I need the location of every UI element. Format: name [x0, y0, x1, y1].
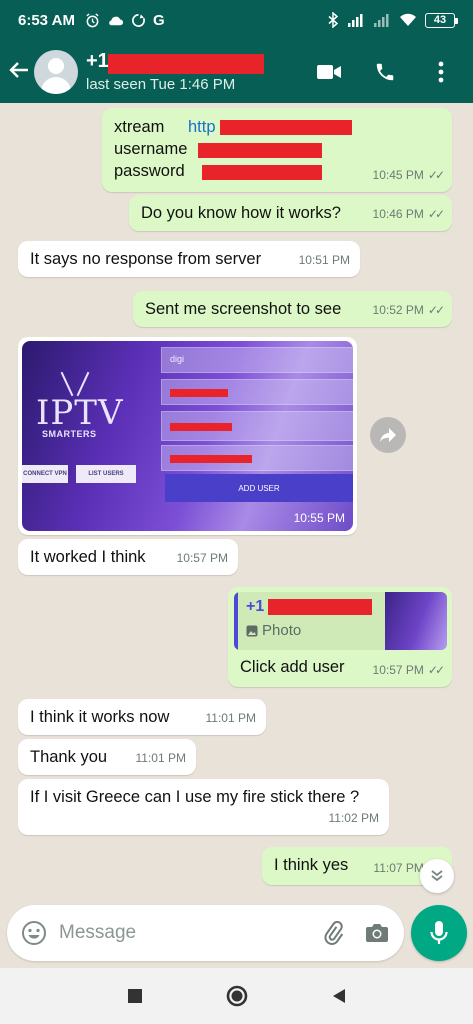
- quoted-type: Photo: [262, 622, 302, 639]
- photo-field: [161, 411, 353, 441]
- square-icon: [127, 989, 142, 1003]
- photo-field: [161, 379, 353, 405]
- redaction-mark: [198, 143, 322, 158]
- video-call-icon[interactable]: [315, 58, 343, 86]
- read-ticks-icon: ✓✓: [427, 663, 445, 677]
- message-text: I think yes: [274, 856, 349, 874]
- photo-image[interactable]: IPTV SMARTERS digi CONNECT VPN LIST USER…: [22, 341, 353, 531]
- message-time: 10:55 PM: [293, 511, 345, 525]
- back-arrow-icon[interactable]: [0, 59, 34, 85]
- signal-icon: [348, 14, 363, 27]
- message-bubble[interactable]: Do you know how it works? 10:46 PM ✓✓: [129, 195, 452, 231]
- cloud-icon: [109, 16, 124, 25]
- redaction-mark: [170, 455, 252, 463]
- quoted-message[interactable]: +1 Photo: [234, 592, 447, 650]
- redaction-mark: [170, 423, 232, 431]
- read-ticks-icon: ✓✓: [427, 303, 445, 317]
- recents-button[interactable]: [123, 984, 147, 1008]
- read-ticks-icon: ✓✓: [427, 168, 445, 182]
- credential-link[interactable]: http: [188, 116, 216, 138]
- message-time: 11:01 PM: [205, 711, 256, 725]
- attach-icon[interactable]: [318, 918, 348, 948]
- status-bar: 6:53 AM G 43: [0, 0, 473, 40]
- message-time: 11:07 PM: [373, 861, 424, 875]
- quoted-sender: +1: [246, 598, 265, 615]
- microphone-icon: [430, 921, 448, 944]
- photo-connect-vpn-button: CONNECT VPN: [22, 465, 68, 483]
- more-options-icon[interactable]: [427, 58, 455, 86]
- message-text: Thank you: [30, 748, 108, 766]
- redaction-mark: [268, 599, 372, 615]
- top-bar: 6:53 AM G 43 +1 last seen Tue 1:46 PM: [0, 0, 473, 103]
- message-text: Click add user: [240, 658, 345, 676]
- back-button[interactable]: [327, 984, 351, 1008]
- read-ticks-icon: ✓✓: [427, 207, 445, 221]
- redaction-mark: [220, 120, 352, 135]
- photo-add-user-button: ADD USER: [165, 474, 353, 502]
- message-time: 10:57 PM: [176, 551, 228, 565]
- redaction-mark: [108, 53, 264, 74]
- photo-icon: [246, 625, 258, 637]
- message-text: If I visit Greece can I use my fire stic…: [30, 788, 360, 806]
- message-bubble[interactable]: Thank you 11:01 PM: [18, 739, 196, 775]
- message-bubble[interactable]: Sent me screenshot to see 10:52 PM ✓✓: [133, 291, 452, 327]
- photo-message[interactable]: IPTV SMARTERS digi CONNECT VPN LIST USER…: [18, 337, 357, 535]
- message-time: 10:52 PM: [372, 303, 424, 317]
- message-text: I think it works now: [30, 708, 170, 726]
- message-bubble[interactable]: It worked I think 10:57 PM: [18, 539, 238, 575]
- bluetooth-icon: [328, 12, 339, 28]
- message-text: Do you know how it works?: [141, 204, 341, 222]
- signal-2-icon: [374, 14, 389, 27]
- camera-icon[interactable]: [362, 918, 392, 948]
- emoji-icon[interactable]: [19, 918, 49, 948]
- system-nav-bar: [0, 968, 473, 1024]
- message-time: 10:57 PM: [372, 663, 424, 677]
- message-bubble[interactable]: It says no response from server 10:51 PM: [18, 241, 360, 277]
- circle-icon: [226, 985, 247, 1007]
- message-bubble[interactable]: xtream http username password 10:45 PM ✓…: [102, 108, 452, 192]
- phone-call-icon[interactable]: [371, 58, 399, 86]
- chat-area[interactable]: xtream http username password 10:45 PM ✓…: [0, 103, 473, 902]
- wifi-icon: [400, 13, 416, 26]
- message-time: 11:02 PM: [328, 811, 379, 825]
- contact-last-seen: last seen Tue 1:46 PM: [86, 75, 236, 93]
- message-time: 11:01 PM: [135, 751, 186, 765]
- contact-info[interactable]: +1 last seen Tue 1:46 PM: [86, 47, 315, 97]
- credential-label-password: password: [114, 162, 185, 180]
- message-text: Sent me screenshot to see: [145, 300, 342, 318]
- message-bubble[interactable]: I think it works now 11:01 PM: [18, 699, 266, 735]
- message-input[interactable]: [59, 922, 304, 944]
- iptv-logo: IPTV SMARTERS: [36, 371, 126, 441]
- message-bubble[interactable]: +1 Photo Click add user 10:57 PM ✓✓: [228, 587, 452, 687]
- message-time: 10:51 PM: [298, 253, 350, 267]
- google-icon: G: [152, 11, 165, 29]
- quoted-thumbnail: [385, 592, 447, 650]
- message-time: 10:46 PM: [372, 207, 424, 221]
- redaction-mark: [202, 165, 322, 180]
- contact-name: +1: [86, 49, 109, 72]
- message-text: It says no response from server: [30, 250, 262, 268]
- forward-icon[interactable]: [370, 417, 406, 453]
- battery-icon: 43: [425, 12, 458, 28]
- message-bubble[interactable]: If I visit Greece can I use my fire stic…: [18, 779, 389, 835]
- scroll-down-icon[interactable]: [420, 859, 454, 893]
- microphone-button[interactable]: [411, 905, 467, 961]
- message-time: 10:45 PM: [372, 168, 424, 182]
- credential-label-username: username: [114, 140, 188, 158]
- photo-field: [161, 445, 353, 471]
- message-text: It worked I think: [30, 548, 146, 566]
- photo-list-users-button: LIST USERS: [76, 465, 136, 483]
- photo-field: digi: [161, 347, 353, 373]
- status-time: 6:53 AM: [18, 11, 75, 29]
- home-button[interactable]: [225, 984, 249, 1008]
- alarm-icon: [86, 12, 99, 27]
- avatar[interactable]: [34, 49, 78, 94]
- triangle-back-icon: [332, 989, 345, 1003]
- sync-icon: [132, 13, 145, 27]
- credential-label-xtream: xtream: [114, 118, 165, 136]
- chat-header: +1 last seen Tue 1:46 PM: [0, 40, 473, 103]
- redaction-mark: [170, 389, 228, 397]
- message-composer: [7, 905, 404, 961]
